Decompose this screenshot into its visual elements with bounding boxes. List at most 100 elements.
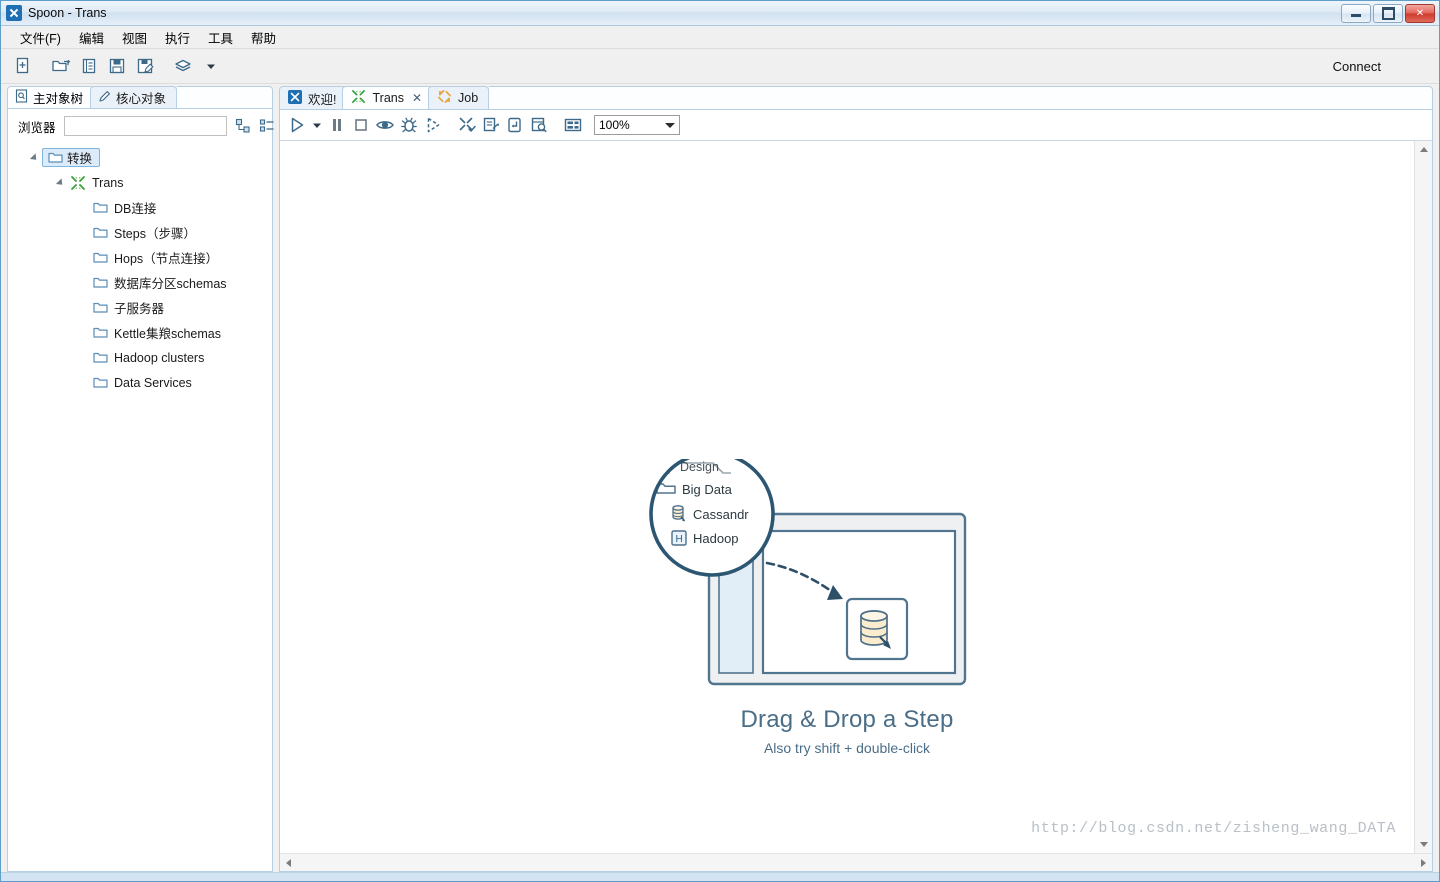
folder-icon xyxy=(90,250,110,266)
explorer-icon[interactable] xyxy=(77,54,101,78)
new-file-icon[interactable] xyxy=(11,54,35,78)
impact-icon[interactable] xyxy=(480,114,502,136)
tree-item-partition-schemas-label: 数据库分区schemas xyxy=(114,277,227,291)
save-icon[interactable] xyxy=(105,54,129,78)
tree-item-kettle-cluster-schemas[interactable]: Kettle集羪schemas xyxy=(8,320,272,345)
menu-help[interactable]: 帮助 xyxy=(242,26,285,49)
transformation-canvas[interactable]: Design Big Data Cassandr H Hadoop Drag &… xyxy=(280,141,1414,853)
zoom-level-combobox[interactable]: 100% xyxy=(594,115,680,135)
folder-icon xyxy=(90,225,110,241)
zoom-level-value: 100% xyxy=(599,118,630,132)
drop-hint-graphic: Design Big Data Cassandr H Hadoop Drag &… xyxy=(647,451,1047,756)
watermark-text: http://blog.csdn.net/zisheng_wang_DATA xyxy=(1031,820,1396,837)
folder-icon xyxy=(90,375,110,391)
tab-job-label: Job xyxy=(458,91,479,105)
open-folder-icon[interactable] xyxy=(49,54,73,78)
canvas-horizontal-scrollbar[interactable] xyxy=(280,853,1432,871)
stop-icon[interactable] xyxy=(350,114,372,136)
main-toolbar: Connect xyxy=(1,49,1439,84)
editor-tabstrip: 欢迎! Trans ✕ Job xyxy=(279,84,1433,109)
close-icon: ✕ xyxy=(1415,7,1425,19)
menu-bar: 文件(F) 编辑 视图 执行 工具 帮助 xyxy=(1,26,1439,49)
canvas-vertical-scrollbar[interactable] xyxy=(1414,141,1432,853)
layers-icon[interactable] xyxy=(171,54,195,78)
pencil-icon xyxy=(98,89,111,106)
editor-tabstrip-filler xyxy=(489,86,1433,109)
connect-button[interactable]: Connect xyxy=(1333,59,1429,74)
tree-item-data-services[interactable]: Data Services xyxy=(8,370,272,395)
minimize-icon xyxy=(1351,14,1361,17)
save-as-icon[interactable] xyxy=(133,54,157,78)
preview-icon[interactable] xyxy=(374,114,396,136)
close-button[interactable]: ✕ xyxy=(1405,3,1435,23)
menu-tools[interactable]: 工具 xyxy=(199,26,242,49)
tree-item-selection: 转换 xyxy=(42,148,101,167)
maximize-icon xyxy=(1381,6,1395,20)
main-split: 主对象树 核心对象 浏览器 转换 Trans DB连接 Steps（步骤） Ho… xyxy=(1,84,1439,872)
replay-icon[interactable] xyxy=(422,114,444,136)
list-view-icon[interactable] xyxy=(259,116,275,136)
svg-text:Cassandr: Cassandr xyxy=(693,507,749,522)
explore-db-icon[interactable] xyxy=(528,114,550,136)
expand-arrow-icon[interactable] xyxy=(52,175,68,191)
tree-view-icon[interactable] xyxy=(235,116,251,136)
document-search-icon xyxy=(15,89,28,106)
tab-job[interactable]: Job xyxy=(428,86,490,109)
menu-file[interactable]: 文件(F) xyxy=(11,26,70,49)
trans-icon xyxy=(351,89,366,107)
tree-item-hadoop-clusters-label: Hadoop clusters xyxy=(114,350,205,365)
minimize-button[interactable] xyxy=(1341,3,1371,23)
scroll-left-icon[interactable] xyxy=(280,854,297,871)
tab-trans[interactable]: Trans ✕ xyxy=(342,86,434,109)
spoon-application-window: Spoon - Trans ✕ 文件(F) 编辑 视图 执行 工具 帮助 Con… xyxy=(0,0,1440,882)
sql-icon[interactable] xyxy=(504,114,526,136)
folder-icon xyxy=(90,300,110,316)
left-panel: 主对象树 核心对象 浏览器 转换 Trans DB连接 Steps（步骤） Ho… xyxy=(7,84,275,872)
drop-hint-title: Drag & Drop a Step xyxy=(740,706,954,733)
tree-item-steps-label: Steps（步骤） xyxy=(114,227,196,241)
tree-item-partition-schemas[interactable]: 数据库分区schemas xyxy=(8,270,272,295)
run-dropdown-icon[interactable] xyxy=(310,114,324,136)
scroll-up-icon[interactable] xyxy=(1415,141,1432,158)
scroll-right-icon[interactable] xyxy=(1415,854,1432,871)
tree-item-slave-servers[interactable]: 子服务器 xyxy=(8,295,272,320)
verify-icon[interactable] xyxy=(456,114,478,136)
browser-row: 浏览器 xyxy=(8,109,275,143)
svg-text:H: H xyxy=(676,534,683,545)
menu-view[interactable]: 视图 xyxy=(113,26,156,49)
browser-search-input[interactable] xyxy=(63,116,227,136)
tree-item-data-services-label: Data Services xyxy=(114,375,192,390)
window-title: Spoon - Trans xyxy=(28,6,107,20)
tab-welcome-label: 欢迎! xyxy=(308,92,337,107)
tab-main-object-tree[interactable]: 主对象树 xyxy=(7,86,95,108)
editor-panel: 欢迎! Trans ✕ Job 100% Design Big Data Cas… xyxy=(279,84,1433,872)
scroll-down-icon[interactable] xyxy=(1415,836,1432,853)
tab-welcome[interactable]: 欢迎! xyxy=(279,86,348,109)
menu-run[interactable]: 执行 xyxy=(156,26,199,49)
menu-edit[interactable]: 编辑 xyxy=(70,26,113,49)
object-tree: 转换 Trans DB连接 Steps（步骤） Hops（节点连接） 数据库分区… xyxy=(8,143,272,871)
dropdown-arrow-icon[interactable] xyxy=(199,54,223,78)
tree-item-slave-servers-label: 子服务器 xyxy=(114,302,165,316)
sidebar-tabstrip: 主对象树 核心对象 xyxy=(7,84,273,108)
tree-item-db-connections[interactable]: DB连接 xyxy=(8,195,272,220)
tab-core-objects[interactable]: 核心对象 xyxy=(90,86,178,108)
maximize-button[interactable] xyxy=(1373,3,1403,23)
tree-item-steps[interactable]: Steps（步骤） xyxy=(8,220,272,245)
expand-arrow-icon[interactable] xyxy=(26,150,42,166)
folder-icon xyxy=(90,325,110,341)
pause-icon[interactable] xyxy=(326,114,348,136)
tree-item-hadoop-clusters[interactable]: Hadoop clusters xyxy=(8,345,272,370)
debug-icon[interactable] xyxy=(398,114,420,136)
editor-body: 100% Design Big Data Cassandr H Hadoop D… xyxy=(279,109,1433,872)
sidebar-tabstrip-filler xyxy=(177,86,273,108)
run-icon[interactable] xyxy=(286,114,308,136)
tree-item-transformations[interactable]: 转换 xyxy=(8,145,272,170)
close-icon[interactable]: ✕ xyxy=(412,91,422,105)
tree-item-hops[interactable]: Hops（节点连接） xyxy=(8,245,272,270)
browser-label: 浏览器 xyxy=(18,120,56,135)
tree-item-trans[interactable]: Trans xyxy=(8,170,272,195)
tree-item-kettle-cluster-schemas-label: Kettle集羪schemas xyxy=(114,327,221,341)
tab-core-objects-label: 核心对象 xyxy=(116,92,167,106)
grid-icon[interactable] xyxy=(562,114,584,136)
